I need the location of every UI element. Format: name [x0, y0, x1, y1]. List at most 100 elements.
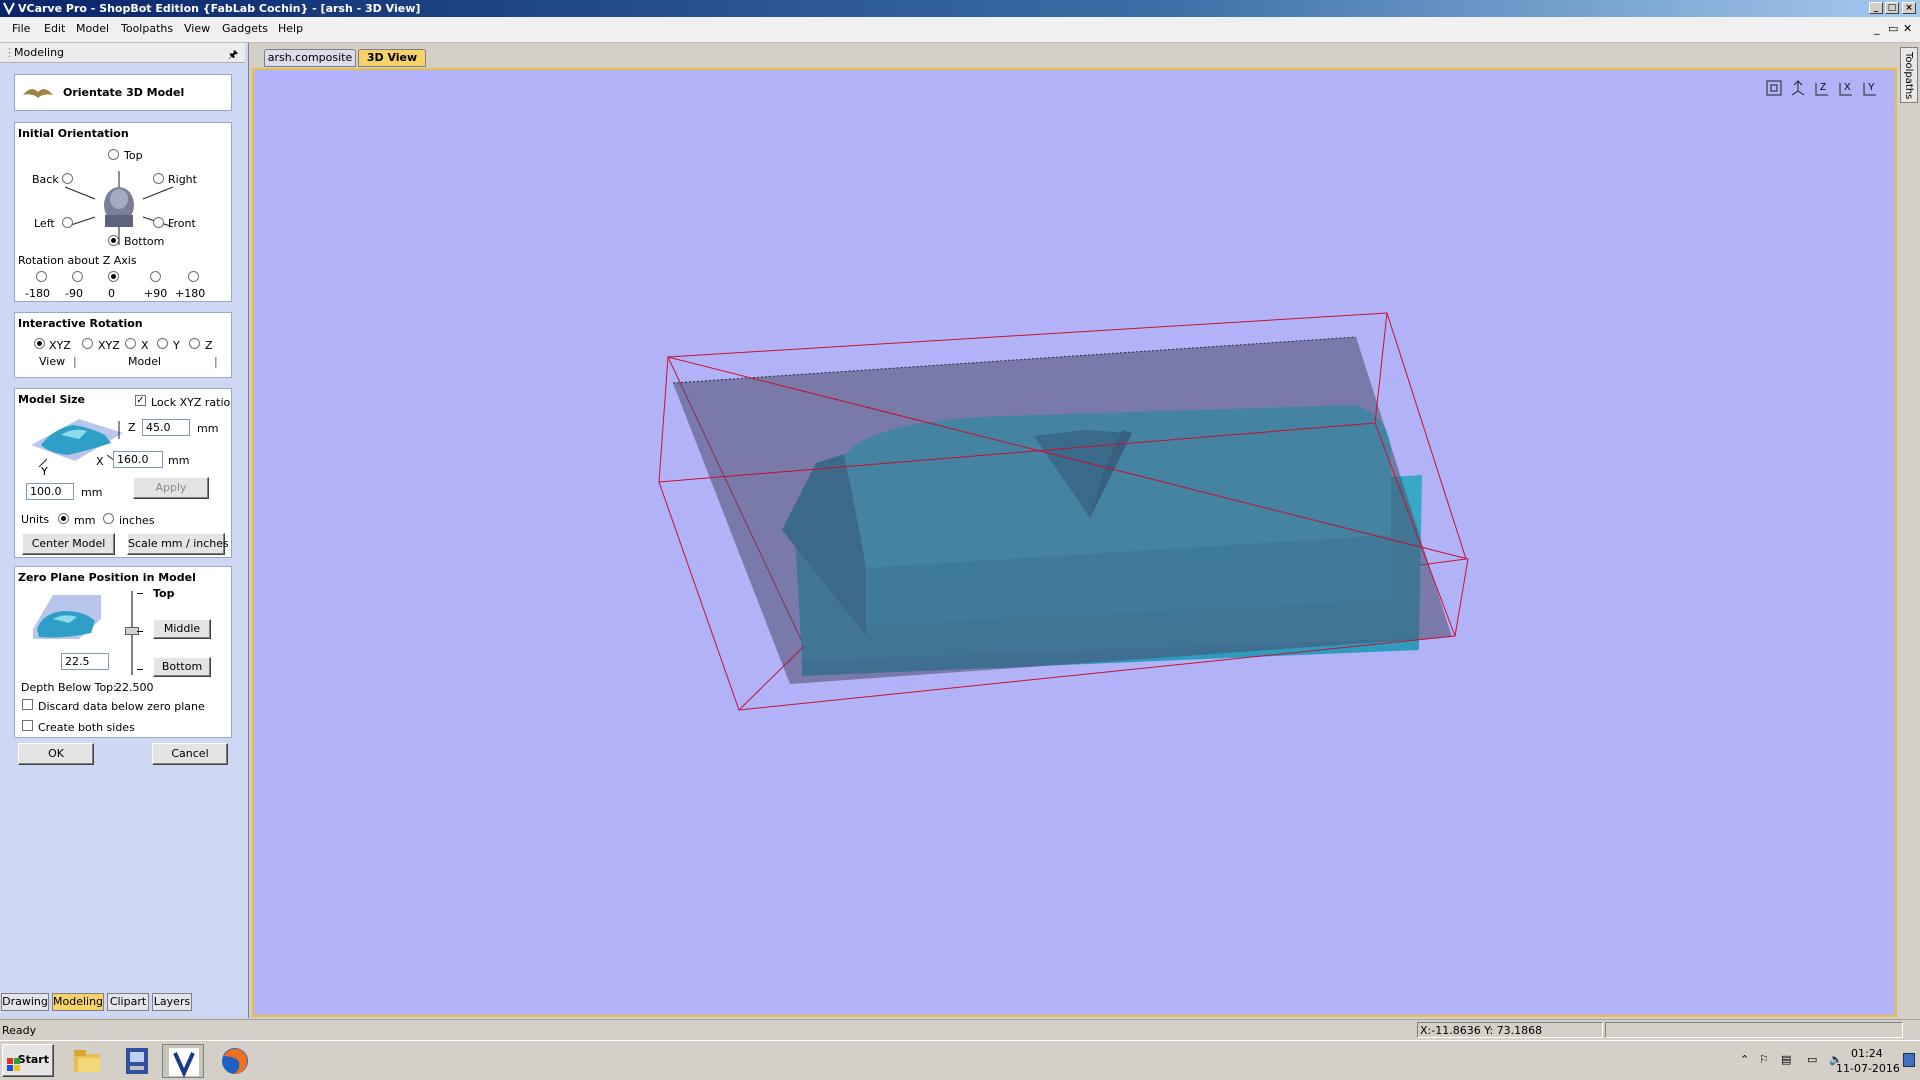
zero-plane-top-label[interactable]: Top [153, 587, 174, 600]
depth-below-top-label: Depth Below Top: [21, 681, 117, 694]
rotation-minus90-label: -90 [65, 287, 83, 300]
y-view-icon[interactable]: Y [1861, 79, 1879, 100]
rotation-minus180-radio[interactable] [36, 271, 47, 282]
mdi-restore-button[interactable]: ▭ [1888, 22, 1898, 35]
units-inches-radio[interactable] [103, 513, 114, 524]
rotation-plus180-radio[interactable] [188, 271, 199, 282]
clock-date[interactable]: 11-07-2016 [1836, 1062, 1900, 1075]
maximize-button[interactable]: □ [1885, 2, 1899, 14]
taskbar: Start ⌃ ⚐ ▤ ▭ 🔈 01:24 11-07-2016 [0, 1040, 1920, 1080]
menu-toolpaths[interactable]: Toolpaths [121, 22, 173, 35]
show-desktop-button[interactable] [1903, 1053, 1915, 1067]
slider-tick-bottom [137, 669, 143, 670]
toolpaths-side-tab[interactable]: Toolpaths [1900, 47, 1918, 103]
group-divider: | [73, 355, 77, 368]
menu-help[interactable]: Help [278, 22, 303, 35]
tab-layers[interactable]: Layers [152, 993, 192, 1011]
lock-ratio-checkbox[interactable]: ✓ [135, 395, 146, 406]
interactive-y-radio[interactable] [157, 338, 168, 349]
orient-top-radio[interactable] [108, 149, 119, 160]
z-view-icon[interactable]: Z [1813, 79, 1831, 100]
create-both-sides-checkbox[interactable] [22, 720, 33, 731]
orient-bottom-radio[interactable] [108, 235, 119, 246]
zero-plane-title: Zero Plane Position in Model [18, 571, 196, 584]
apply-button[interactable]: Apply [133, 477, 209, 499]
model-size-group: Model Size ✓ Lock XYZ ratio Z 45.0 mm X … [14, 388, 232, 558]
z-size-input[interactable]: 45.0 [142, 419, 190, 436]
x-size-input[interactable]: 160.0 [113, 451, 163, 468]
menu-file[interactable]: File [12, 22, 30, 35]
z-unit-label: mm [197, 422, 219, 435]
menu-gadgets[interactable]: Gadgets [222, 22, 268, 35]
clock-time[interactable]: 01:24 [1851, 1047, 1883, 1060]
zero-plane-middle-button[interactable]: Middle [153, 619, 211, 639]
zero-plane-bottom-button[interactable]: Bottom [153, 657, 211, 677]
start-label: Start [17, 1053, 49, 1066]
file-explorer-icon[interactable] [66, 1044, 108, 1078]
doc-tab-3d-view[interactable]: 3D View [358, 49, 426, 67]
firefox-icon[interactable] [214, 1044, 256, 1078]
tab-modeling[interactable]: Modeling [52, 993, 104, 1011]
menu-edit[interactable]: Edit [44, 22, 65, 35]
interactive-model-xyz-radio[interactable] [82, 338, 93, 349]
car-model-icon [31, 419, 123, 467]
interactive-y-label: Y [173, 339, 180, 352]
units-inches-label: inches [119, 514, 155, 527]
tray-expand-icon[interactable]: ⌃ [1740, 1053, 1749, 1066]
tray-network-icon[interactable]: ▤ [1781, 1053, 1791, 1066]
units-mm-radio[interactable] [58, 513, 69, 524]
y-unit-label: mm [81, 486, 103, 499]
menu-model[interactable]: Model [76, 22, 109, 35]
tab-drawing[interactable]: Drawing [1, 993, 49, 1011]
mdi-close-button[interactable]: ✕ [1903, 22, 1912, 35]
iso-icon[interactable] [1789, 79, 1807, 100]
lock-ratio-label: Lock XYZ ratio [151, 396, 231, 409]
document-tab-strip [252, 47, 1898, 68]
tray-flag-icon[interactable]: ⚐ [1759, 1053, 1769, 1066]
x-view-icon[interactable]: X [1837, 79, 1855, 100]
orient-left-radio[interactable] [62, 217, 73, 228]
close-button[interactable]: × [1902, 2, 1916, 14]
interactive-rotation-title: Interactive Rotation [18, 317, 143, 330]
orient-back-radio[interactable] [62, 173, 73, 184]
initial-orientation-group: Initial Orientation Top Back Right Left … [14, 122, 232, 302]
minimize-button[interactable]: _ [1869, 2, 1883, 14]
rotation-0-label: 0 [108, 287, 115, 300]
svg-text:Z: Z [1820, 82, 1826, 93]
title-bar: VCarve Pro - ShopBot Edition {FabLab Coc… [0, 0, 1920, 17]
y-axis-label: Y [41, 465, 48, 478]
scale-units-button[interactable]: Scale mm / inches [127, 533, 229, 555]
fit-icon[interactable] [1765, 79, 1783, 100]
rotation-z-label: Rotation about Z Axis [18, 254, 137, 267]
doc-tab-composite[interactable]: arsh.composite [264, 49, 356, 67]
rotation-plus90-radio[interactable] [150, 271, 161, 282]
shopbot-app-icon[interactable] [116, 1044, 158, 1078]
cancel-button[interactable]: Cancel [152, 743, 228, 765]
interactive-view-xyz-radio[interactable] [34, 338, 45, 349]
y-size-input[interactable]: 100.0 [26, 483, 74, 500]
pin-icon[interactable]: 🖈 [228, 46, 238, 65]
interactive-z-radio[interactable] [189, 338, 200, 349]
zero-plane-input[interactable]: 22.5 [61, 653, 109, 670]
interactive-model-xyz-label: XYZ [98, 339, 120, 352]
mdi-minimize-button[interactable]: _ [1874, 22, 1880, 35]
zero-plane-car-icon [31, 591, 103, 643]
rotation-0-radio[interactable] [108, 271, 119, 282]
start-button[interactable]: Start [2, 1044, 54, 1077]
orient-right-radio[interactable] [153, 173, 164, 184]
center-model-button[interactable]: Center Model [22, 533, 115, 555]
vcarve-taskbar-icon[interactable] [162, 1044, 204, 1078]
3d-viewport[interactable]: Z X Y [252, 68, 1897, 1017]
interactive-x-radio[interactable] [125, 338, 136, 349]
status-text: Ready [2, 1024, 37, 1037]
menu-view[interactable]: View [184, 22, 210, 35]
create-both-sides-label: Create both sides [38, 721, 135, 734]
tab-clipart[interactable]: Clipart [107, 993, 149, 1011]
rotation-minus90-radio[interactable] [72, 271, 83, 282]
status-bar: Ready X:-11.8636 Y: 73.1868 [0, 1019, 1920, 1040]
orient-front-radio[interactable] [153, 217, 164, 228]
discard-below-checkbox[interactable] [22, 699, 33, 710]
ok-button[interactable]: OK [18, 743, 94, 765]
tray-battery-icon[interactable]: ▭ [1807, 1053, 1817, 1066]
units-label: Units [21, 513, 50, 526]
